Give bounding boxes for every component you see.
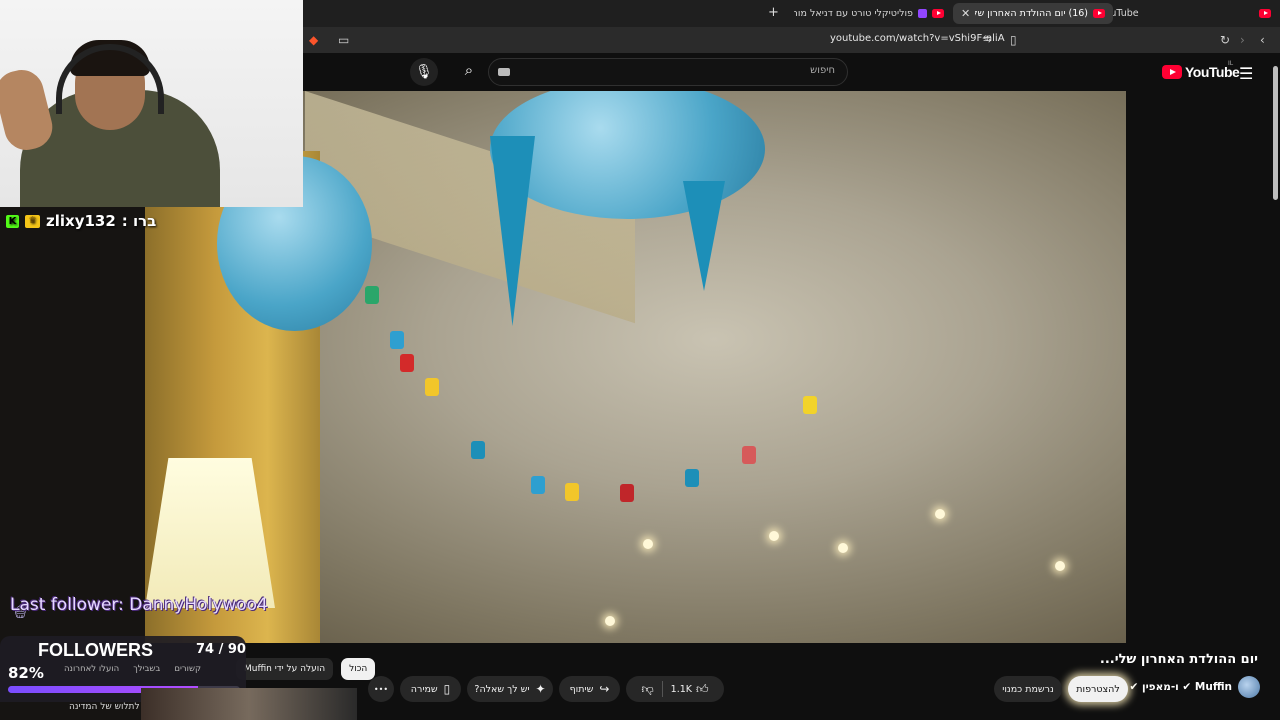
like-button[interactable]: 👍︎ 1.1K <box>671 682 709 697</box>
like-count: 1.1K <box>670 683 692 695</box>
last-follower-text: Last follower: DannyHolywoo4 <box>10 595 268 615</box>
tab-other-video[interactable]: פוליטיקלי טורט עם דניאל מורס <box>794 3 944 24</box>
back-icon[interactable]: ‹ <box>1260 32 1265 48</box>
garland-letter <box>425 378 439 396</box>
garland-letter <box>620 484 634 502</box>
description-chips: הכול הועלה על ידי Muffin <box>236 658 376 680</box>
save-label: שמירה <box>410 683 438 695</box>
mic-icon[interactable]: 🎙 <box>410 58 438 86</box>
fairy-light <box>838 543 848 553</box>
chip-recent[interactable]: הועלו לאחרונה <box>64 664 119 674</box>
sparkle-icon: ✦ <box>535 682 546 696</box>
scrollbar-thumb[interactable] <box>1273 66 1278 200</box>
keyboard-icon <box>498 68 510 76</box>
thumbs-up-icon: 👍︎ <box>696 681 709 696</box>
youtube-logo-icon <box>1162 65 1182 79</box>
chip-uploader[interactable]: הועלה על ידי Muffin <box>236 658 334 680</box>
fairy-light <box>935 509 945 519</box>
youtube-logo[interactable]: YouTube IL <box>1162 60 1240 80</box>
garland-letter <box>742 446 756 464</box>
save-button[interactable]: ▯ שמירה <box>400 676 461 702</box>
garland-letter <box>565 483 579 501</box>
chip-all[interactable]: הכול <box>341 658 376 680</box>
more-icon: ••• <box>373 684 389 694</box>
chat-text: ברו : <box>121 212 157 230</box>
garland-letter <box>685 469 699 487</box>
search-input[interactable]: חיפוש <box>488 58 848 86</box>
brave-shield-icon[interactable]: ◆ <box>309 32 318 48</box>
twitch-icon <box>918 9 927 18</box>
logo-country: IL <box>1228 60 1234 67</box>
video-title: יום ההולדת האחרון שלי... <box>1099 652 1258 667</box>
reload-icon[interactable]: ↻ <box>1220 32 1230 48</box>
share-icon: ↪ <box>599 682 610 696</box>
subscribed-button[interactable]: נרשמת כמנוי <box>994 676 1062 702</box>
share-label: שיתוף <box>569 683 594 695</box>
bookmark-icon: ▯ <box>443 682 451 696</box>
chip-for-you[interactable]: בשבילך <box>133 664 160 674</box>
garland-letter <box>400 354 414 372</box>
fairy-light <box>769 531 779 541</box>
share-button[interactable]: ↪ שיתוף <box>559 676 620 702</box>
fairy-light <box>643 539 653 549</box>
fairy-light <box>1055 561 1065 571</box>
like-dislike-group: 👍︎ 1.1K 👎︎ <box>626 676 724 702</box>
related-filter-chips: קשורים בשבילך הועלו לאחרונה <box>64 664 201 674</box>
related-video-thumbnail[interactable] <box>141 688 357 720</box>
divider <box>661 681 663 697</box>
subscribe-button[interactable]: להצטרפות <box>1068 676 1128 702</box>
youtube-favicon-icon <box>1259 9 1271 18</box>
subscribe-label: להצטרפות <box>1076 683 1120 695</box>
garland-letter <box>531 476 545 494</box>
ask-button[interactable]: ✦ יש לך שאלה? <box>467 676 553 702</box>
forward-icon[interactable]: › <box>1240 32 1245 48</box>
bookmark-icon[interactable]: ▯ <box>1010 32 1017 48</box>
crown-badge-icon: ♛ <box>25 214 40 228</box>
subscribed-label: נרשמת כמנוי <box>1002 683 1054 695</box>
garland-letter <box>365 286 379 304</box>
search-placeholder: חיפוש <box>810 65 835 76</box>
search-icon[interactable]: ⌕ <box>458 61 480 83</box>
youtube-favicon-icon <box>1093 9 1105 18</box>
youtube-favicon-icon <box>932 9 944 18</box>
channel-name[interactable]: Muffin ✔ ו-מאפין ✔ <box>1120 681 1232 693</box>
chip-related[interactable]: קשורים <box>174 664 201 674</box>
headphones-icon <box>56 44 164 114</box>
chat-username: zlixy132 <box>46 212 116 230</box>
tab-label: פוליטיקלי טורט עם דניאל מורס <box>794 8 913 19</box>
ask-label: יש לך שאלה? <box>474 683 530 695</box>
menu-icon[interactable]: ☰ <box>1239 64 1253 83</box>
tab-current-video[interactable]: (16) יום ההולדת האחרון שלי... - ✕ <box>953 3 1113 24</box>
followers-title: FOLLOWERS <box>38 640 153 660</box>
related-panel <box>1126 91 1272 643</box>
kick-badge-icon: K <box>6 214 19 228</box>
garland-letter <box>803 396 817 414</box>
fairy-light <box>605 616 615 626</box>
tab-label: (16) יום ההולדת האחרון שלי... - <box>975 8 1088 19</box>
webcam-feed <box>0 0 303 207</box>
cast-icon[interactable]: ▭ <box>338 32 349 48</box>
garland-letter <box>471 441 485 459</box>
related-video-title[interactable]: לתלוש של המדינה <box>69 702 140 712</box>
close-tab-icon[interactable]: ✕ <box>961 7 970 20</box>
channel-avatar[interactable] <box>1238 676 1260 698</box>
thumbs-down-icon[interactable]: 👎︎ <box>641 682 653 697</box>
url-text[interactable]: youtube.com/watch?v=vShi9F-nliA <box>830 33 1005 44</box>
garland-letter <box>390 331 404 349</box>
followers-percent: 82% <box>8 664 44 682</box>
new-tab-icon[interactable]: + <box>768 5 779 20</box>
pennant <box>683 181 725 291</box>
chat-message: K ♛ zlixy132 ברו : <box>6 212 156 230</box>
followers-count: 74 / 90 <box>196 642 246 657</box>
screen: YouTube (16) יום ההולדת האחרון שלי... - … <box>0 0 1280 720</box>
